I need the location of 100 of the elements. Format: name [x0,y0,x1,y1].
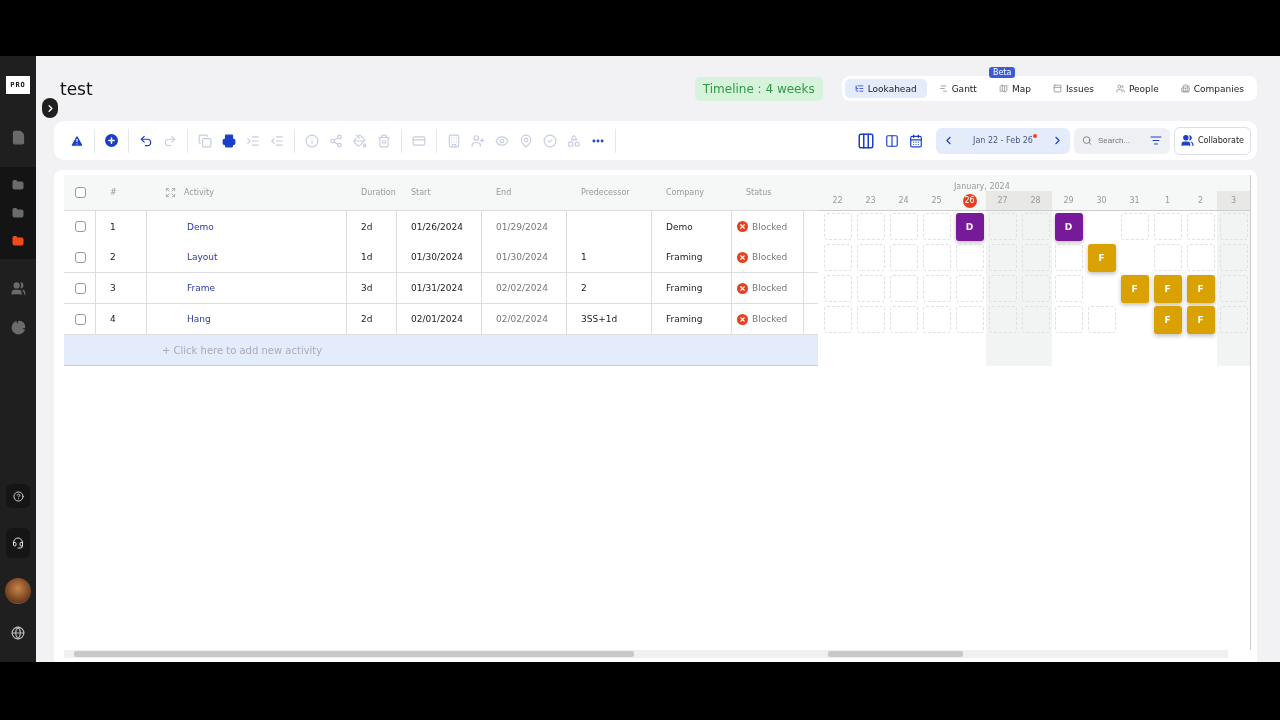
column-header: Predecessor [580,187,631,199]
view-tab[interactable]: Lookahead [844,79,927,98]
empty-day-slot[interactable] [955,275,984,302]
table-cell: 3 [110,283,116,293]
expand-button[interactable] [42,98,58,118]
month-label: January, 2024 [954,182,1010,191]
table-cell: 3SS+1d [581,314,618,324]
collaborate-button[interactable]: Collaborate [1173,126,1251,155]
empty-day-slot[interactable] [955,306,984,333]
blocked-icon [737,221,748,232]
empty-day-slot[interactable] [856,275,885,302]
empty-day-slot[interactable] [922,306,951,333]
help-icon[interactable] [6,484,30,508]
empty-day-slot[interactable] [823,244,852,271]
columns-icon[interactable] [885,133,899,148]
headset-icon[interactable] [6,528,30,558]
globe-icon[interactable] [9,624,27,642]
search-field[interactable]: Search... [1098,136,1144,145]
empty-day-slot[interactable] [889,306,918,333]
empty-day-slot[interactable] [1153,244,1182,271]
print-icon[interactable] [222,133,236,148]
empty-day-slot[interactable] [856,244,885,271]
table-cell: 1 [581,252,587,262]
filter-icon[interactable] [1150,134,1162,147]
columns-icon[interactable] [857,131,875,150]
companies-icon [1180,84,1190,93]
empty-day-slot[interactable] [1153,213,1182,240]
table-cell: 2d [361,314,373,324]
empty-day-slot[interactable] [1054,244,1083,271]
issues-icon [1052,84,1062,93]
day-label: 23 [865,196,876,205]
empty-day-slot[interactable] [823,213,852,240]
empty-day-slot[interactable] [922,213,951,240]
task-block[interactable]: D [1054,212,1083,241]
column-header: Company [665,187,706,199]
row-checkbox[interactable] [75,221,86,232]
row-checkbox[interactable] [75,313,86,325]
day-label: 25 [931,196,942,205]
column-header: Status [745,187,773,199]
empty-day-slot[interactable] [1120,213,1149,240]
table-cell: 02/02/2024 [496,314,548,324]
empty-day-slot[interactable] [856,213,885,240]
select-all-checkbox[interactable] [75,187,86,198]
view-tab[interactable]: Companies [1170,79,1254,98]
day-label: 29 [1063,196,1074,205]
table-cell: Frame [187,283,216,293]
blocked-icon [737,282,748,294]
empty-day-slot[interactable] [889,275,918,302]
empty-day-slot[interactable] [955,244,984,271]
table-cell: 01/30/2024 [411,252,463,262]
table-cell: 4 [110,314,116,324]
view-tab[interactable]: People [1105,79,1169,98]
folder-icon[interactable] [10,233,26,249]
calendar-icon[interactable] [909,133,923,148]
table-cell: 1 [110,221,116,232]
view-tab[interactable]: Issues [1042,79,1104,98]
day-label: 31 [1129,196,1140,205]
day-label: 28 [1030,196,1041,205]
table-cell: Demo [187,221,214,232]
empty-day-slot[interactable] [922,244,951,271]
gantt-scrollbar[interactable] [818,650,1228,658]
empty-day-slot[interactable] [823,275,852,302]
status-text: Blocked [752,221,788,232]
folder-icon[interactable] [10,205,26,221]
column-header: Duration [360,187,397,199]
day-label: 22 [832,196,843,205]
folder-icon[interactable] [10,177,26,193]
table-cell: Layout [187,252,218,262]
view-tab[interactable]: Gantt [928,79,987,98]
day-label: 30 [1096,196,1107,205]
empty-day-slot[interactable] [889,213,918,240]
column-header: # [109,187,118,199]
undo-icon[interactable] [139,133,153,148]
task-block[interactable]: D [955,212,984,241]
empty-day-slot[interactable] [889,244,918,271]
avatar[interactable] [5,578,31,604]
empty-day-slot[interactable] [922,275,951,302]
expand-icon[interactable] [165,187,176,198]
table-cell: 01/26/2024 [411,221,463,232]
search-icon [1081,135,1092,146]
table-cell: 1d [361,252,373,262]
empty-day-slot[interactable] [856,306,885,333]
empty-day-slot[interactable] [1054,275,1083,302]
table-cell: Framing [666,283,703,293]
table-scrollbar[interactable] [64,650,818,658]
row-checkbox[interactable] [75,282,86,294]
empty-day-slot[interactable] [1087,306,1116,333]
row-checkbox[interactable] [75,251,86,263]
table-cell: Demo [666,221,693,232]
empty-day-slot[interactable] [1054,306,1083,333]
empty-day-slot[interactable] [823,306,852,333]
table-cell: 2d [361,221,373,232]
date-range-text: Jan 22 - Feb 26 [963,136,1043,145]
empty-day-slot[interactable] [1186,213,1215,240]
day-label: 3 [1230,196,1237,205]
blocked-icon [737,313,748,325]
empty-day-slot[interactable] [1186,244,1215,271]
column-header: Start [410,187,432,199]
warning-icon[interactable] [70,133,84,148]
add-icon[interactable] [105,134,118,147]
